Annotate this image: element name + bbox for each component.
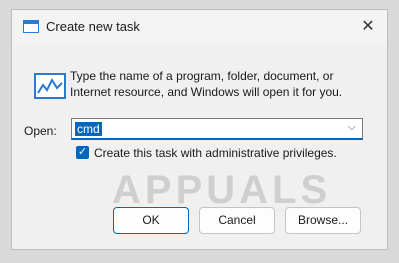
title-bar[interactable]: Create new task ✕ xyxy=(12,10,387,46)
close-button[interactable]: ✕ xyxy=(355,16,381,38)
screenshot-frame: Create new task ✕ Type the name of a pro… xyxy=(0,0,399,263)
chevron-down-icon[interactable]: ⌵ xyxy=(348,121,356,134)
browse-button[interactable]: Browse... xyxy=(285,207,361,234)
appuals-watermark: APPUALS xyxy=(112,168,332,212)
run-window-icon xyxy=(23,20,39,33)
window-title: Create new task xyxy=(46,19,140,34)
admin-privileges-checkbox[interactable]: ✓ xyxy=(76,146,89,159)
task-manager-graph-icon xyxy=(34,73,66,99)
create-new-task-dialog: Create new task ✕ Type the name of a pro… xyxy=(11,9,388,250)
open-input-value[interactable]: cmd xyxy=(75,122,102,136)
admin-privileges-label[interactable]: Create this task with administrative pri… xyxy=(94,146,337,160)
open-combobox[interactable]: cmd ⌵ xyxy=(71,118,363,140)
cancel-button[interactable]: Cancel xyxy=(199,207,275,234)
prompt-text: Type the name of a program, folder, docu… xyxy=(70,69,343,99)
ok-button[interactable]: OK xyxy=(113,207,189,234)
checkmark-icon: ✓ xyxy=(77,146,88,158)
open-label: Open: xyxy=(24,124,57,138)
